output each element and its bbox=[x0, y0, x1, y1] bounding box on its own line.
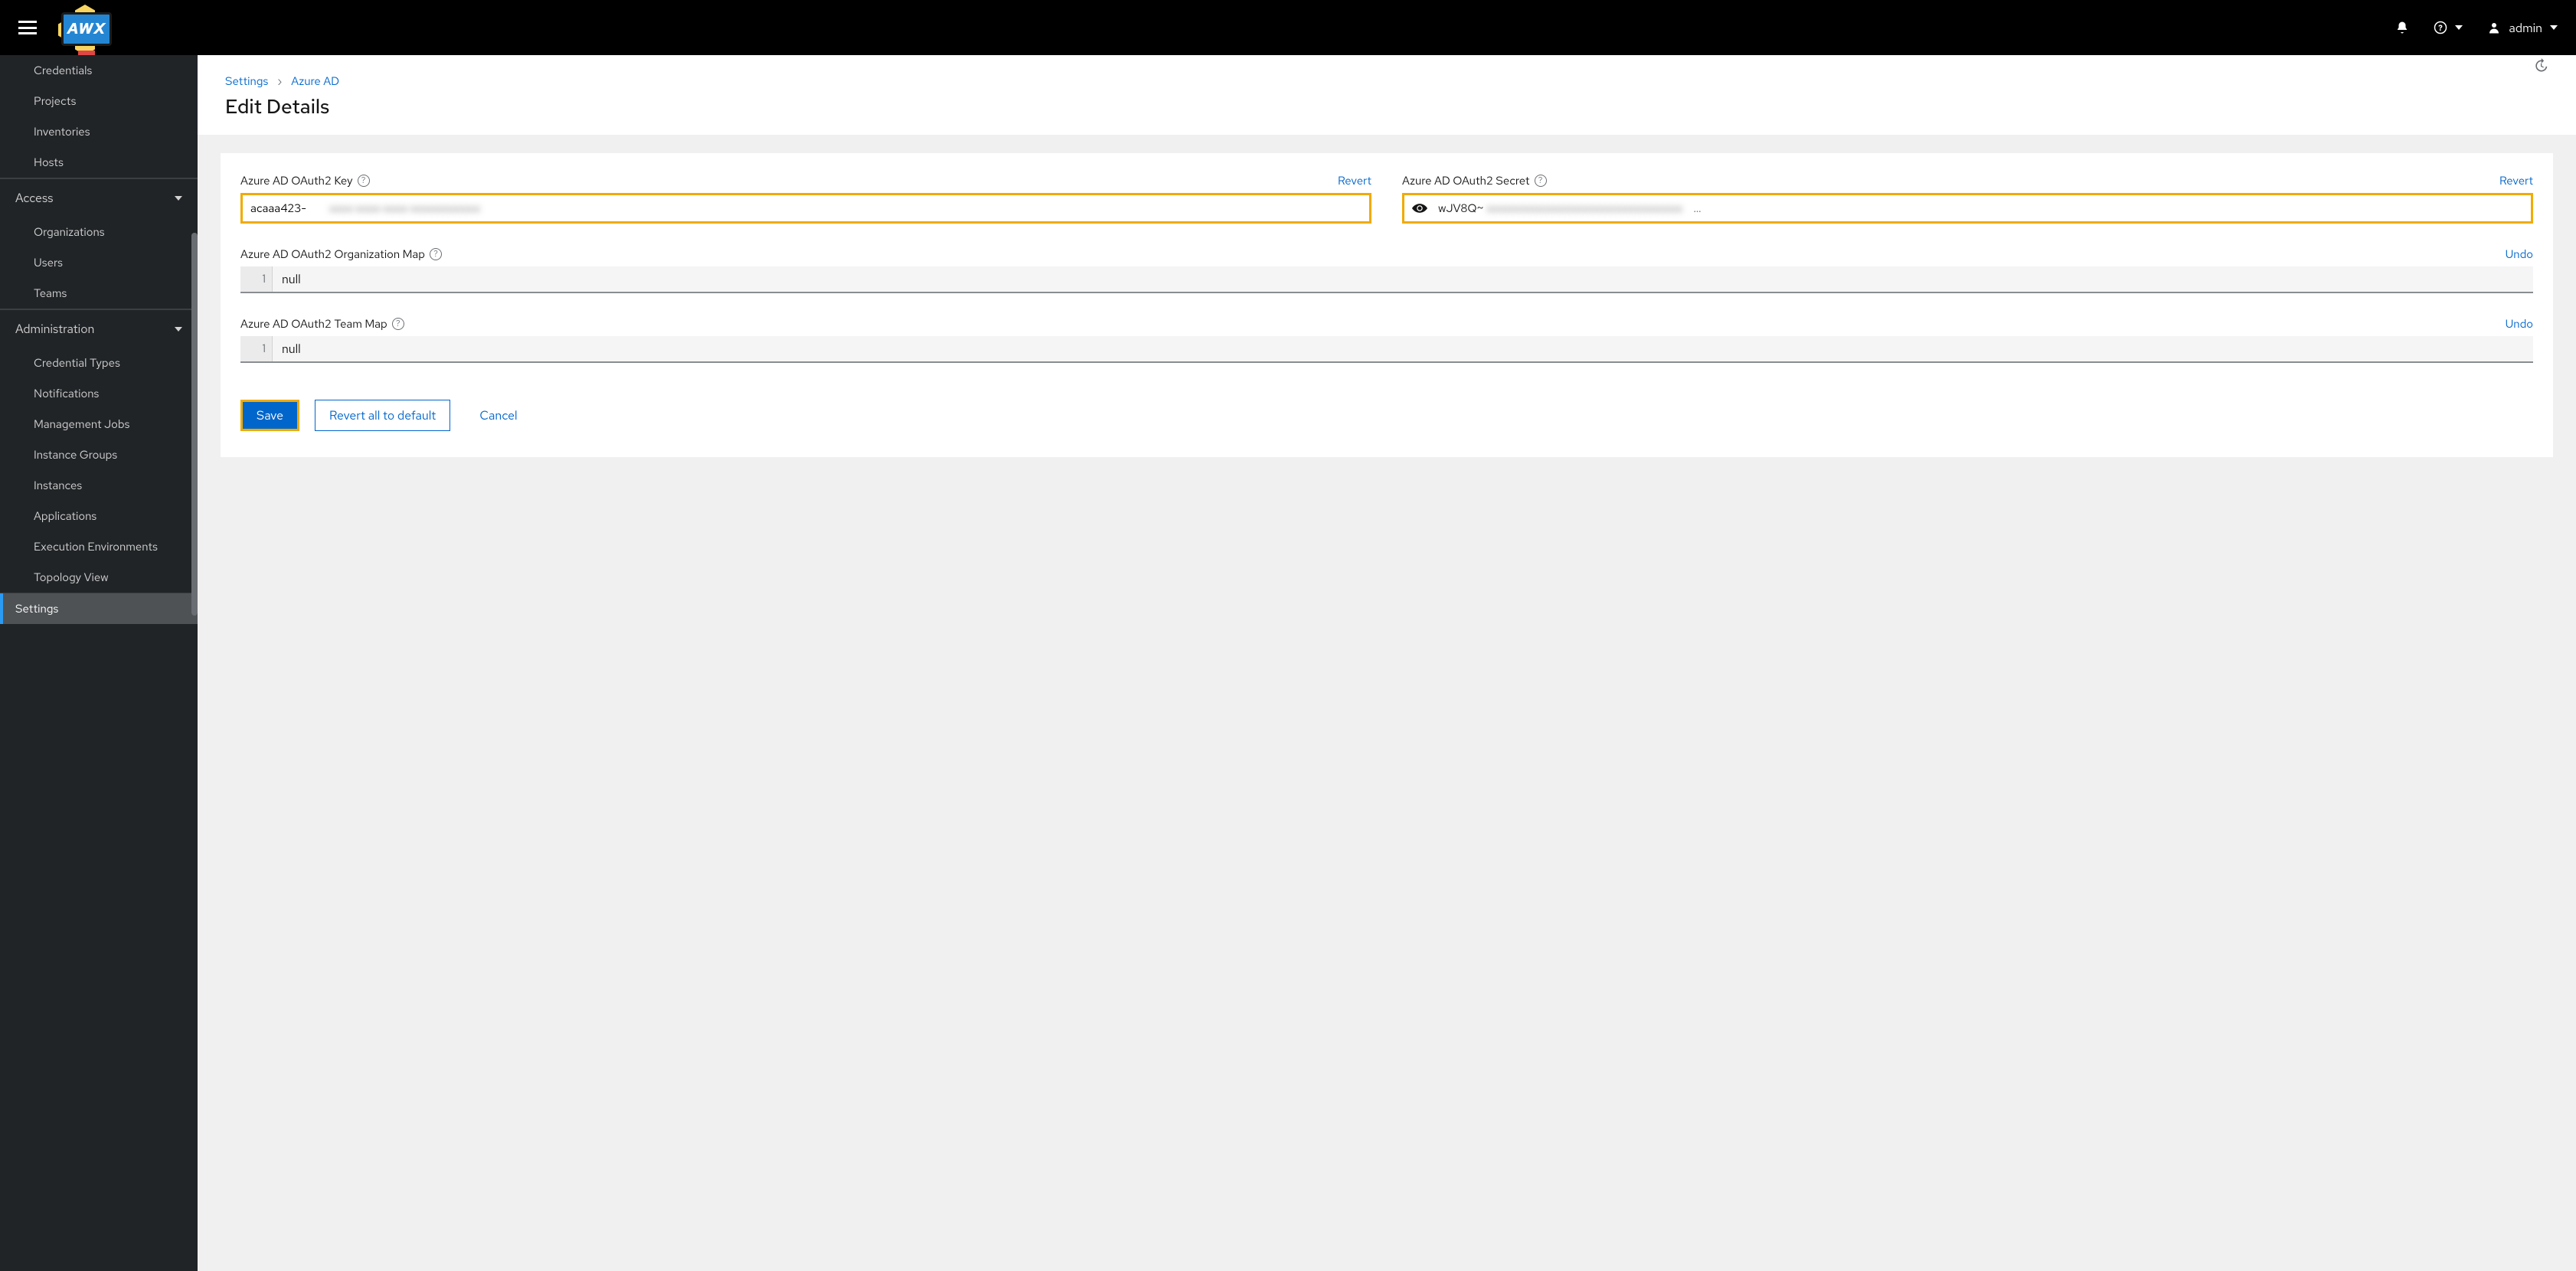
breadcrumb-azure-ad[interactable]: Azure AD bbox=[291, 74, 339, 89]
sidebar-item-management-jobs[interactable]: Management Jobs bbox=[0, 409, 198, 439]
sidebar-item-topology-view[interactable]: Topology View bbox=[0, 562, 198, 593]
sidebar-group-access[interactable]: Access bbox=[0, 178, 198, 217]
user-menu[interactable]: admin bbox=[2487, 20, 2558, 36]
notifications-button[interactable] bbox=[2395, 21, 2409, 34]
undo-team-map-button[interactable]: Undo bbox=[2506, 316, 2533, 332]
chevron-down-icon bbox=[175, 325, 182, 333]
form-card: Azure AD OAuth2 Key ? Revert xxxx-xxxx-x… bbox=[221, 153, 2553, 457]
main-content: Settings › Azure AD Edit Details Azure A… bbox=[198, 55, 2576, 1271]
sidebar-item-organizations[interactable]: Organizations bbox=[0, 217, 198, 247]
page-header: Settings › Azure AD Edit Details bbox=[198, 55, 2576, 135]
breadcrumb-separator: › bbox=[277, 74, 282, 89]
sidebar-item-settings[interactable]: Settings bbox=[0, 593, 198, 624]
chevron-down-icon bbox=[175, 194, 182, 202]
chevron-down-icon bbox=[2550, 24, 2558, 31]
sidebar-item-hosts[interactable]: Hosts bbox=[0, 147, 198, 178]
sidebar-group-label: Access bbox=[15, 190, 54, 206]
help-icon[interactable]: ? bbox=[1535, 175, 1547, 187]
oauth2-secret-value: wJV8Q~xxxxxxxxxxxxxxxxxxxxxxxxxxxxxxxxxx bbox=[1438, 201, 1682, 216]
sidebar-item-instance-groups[interactable]: Instance Groups bbox=[0, 439, 198, 470]
field-label: Azure AD OAuth2 Team Map ? bbox=[240, 316, 404, 332]
topbar: AWX ? admin bbox=[0, 0, 2576, 55]
eye-icon[interactable] bbox=[1412, 201, 1427, 216]
ellipsis: … bbox=[1693, 201, 1701, 216]
history-button[interactable] bbox=[2533, 58, 2548, 77]
revert-all-button[interactable]: Revert all to default bbox=[315, 400, 450, 431]
field-label: Azure AD OAuth2 Secret ? bbox=[1402, 173, 1547, 188]
topbar-right: ? admin bbox=[2395, 20, 2558, 36]
line-number: 1 bbox=[240, 266, 273, 292]
logo[interactable]: AWX bbox=[52, 5, 121, 51]
field-label: Azure AD OAuth2 Key ? bbox=[240, 173, 370, 188]
revert-key-button[interactable]: Revert bbox=[1338, 173, 1371, 188]
help-icon[interactable]: ? bbox=[430, 248, 442, 260]
user-icon bbox=[2487, 21, 2501, 34]
line-number: 1 bbox=[240, 336, 273, 361]
field-oauth2-key: Azure AD OAuth2 Key ? Revert xxxx-xxxx-x… bbox=[240, 173, 1371, 224]
sidebar-item-notifications[interactable]: Notifications bbox=[0, 378, 198, 409]
sidebar-item-instances[interactable]: Instances bbox=[0, 470, 198, 501]
save-button[interactable]: Save bbox=[240, 400, 299, 431]
sidebar-item-execution-environments[interactable]: Execution Environments bbox=[0, 531, 198, 562]
logo-text: AWX bbox=[67, 19, 106, 39]
sidebar-item-projects[interactable]: Projects bbox=[0, 86, 198, 116]
scrollbar[interactable] bbox=[191, 233, 198, 616]
field-team-map: Azure AD OAuth2 Team Map ? Undo 1 null bbox=[240, 316, 2533, 363]
sidebar: Credentials Projects Inventories Hosts A… bbox=[0, 55, 198, 1271]
history-icon bbox=[2533, 58, 2548, 74]
chevron-down-icon bbox=[2455, 24, 2463, 31]
team-map-editor[interactable]: 1 null bbox=[240, 336, 2533, 363]
sidebar-item-inventories[interactable]: Inventories bbox=[0, 116, 198, 147]
sidebar-group-label: Administration bbox=[15, 321, 94, 337]
help-menu[interactable]: ? bbox=[2434, 21, 2463, 34]
breadcrumb: Settings › Azure AD bbox=[225, 74, 2533, 89]
sidebar-item-teams[interactable]: Teams bbox=[0, 278, 198, 309]
oauth2-secret-input-wrap[interactable]: wJV8Q~xxxxxxxxxxxxxxxxxxxxxxxxxxxxxxxxxx… bbox=[1402, 193, 2533, 224]
code-content[interactable]: null bbox=[273, 336, 2533, 361]
svg-text:?: ? bbox=[2439, 23, 2444, 34]
cancel-button[interactable]: Cancel bbox=[466, 400, 531, 430]
bell-icon bbox=[2395, 21, 2409, 34]
sidebar-item-credentials[interactable]: Credentials bbox=[0, 55, 198, 86]
button-row: Save Revert all to default Cancel bbox=[240, 400, 2533, 431]
field-org-map: Azure AD OAuth2 Organization Map ? Undo … bbox=[240, 247, 2533, 293]
oauth2-key-input[interactable] bbox=[250, 201, 315, 216]
user-label: admin bbox=[2509, 20, 2542, 36]
field-label: Azure AD OAuth2 Organization Map ? bbox=[240, 247, 442, 262]
sidebar-item-users[interactable]: Users bbox=[0, 247, 198, 278]
sidebar-item-applications[interactable]: Applications bbox=[0, 501, 198, 531]
help-icon[interactable]: ? bbox=[392, 318, 404, 330]
org-map-editor[interactable]: 1 null bbox=[240, 266, 2533, 293]
breadcrumb-settings[interactable]: Settings bbox=[225, 74, 268, 89]
help-icon[interactable]: ? bbox=[358, 175, 370, 187]
sidebar-group-administration[interactable]: Administration bbox=[0, 309, 198, 348]
undo-org-map-button[interactable]: Undo bbox=[2506, 247, 2533, 262]
field-oauth2-secret: Azure AD OAuth2 Secret ? Revert wJV8Q~xx… bbox=[1402, 173, 2533, 224]
question-circle-icon: ? bbox=[2434, 21, 2447, 34]
code-content[interactable]: null bbox=[273, 266, 2533, 292]
revert-secret-button[interactable]: Revert bbox=[2499, 173, 2533, 188]
page-title: Edit Details bbox=[225, 93, 2548, 119]
oauth2-key-input-wrap[interactable]: xxxx-xxxx-xxxx-xxxxxxxxxxxx bbox=[240, 193, 1371, 224]
sidebar-item-credential-types[interactable]: Credential Types bbox=[0, 348, 198, 378]
hamburger-menu[interactable] bbox=[18, 21, 37, 34]
